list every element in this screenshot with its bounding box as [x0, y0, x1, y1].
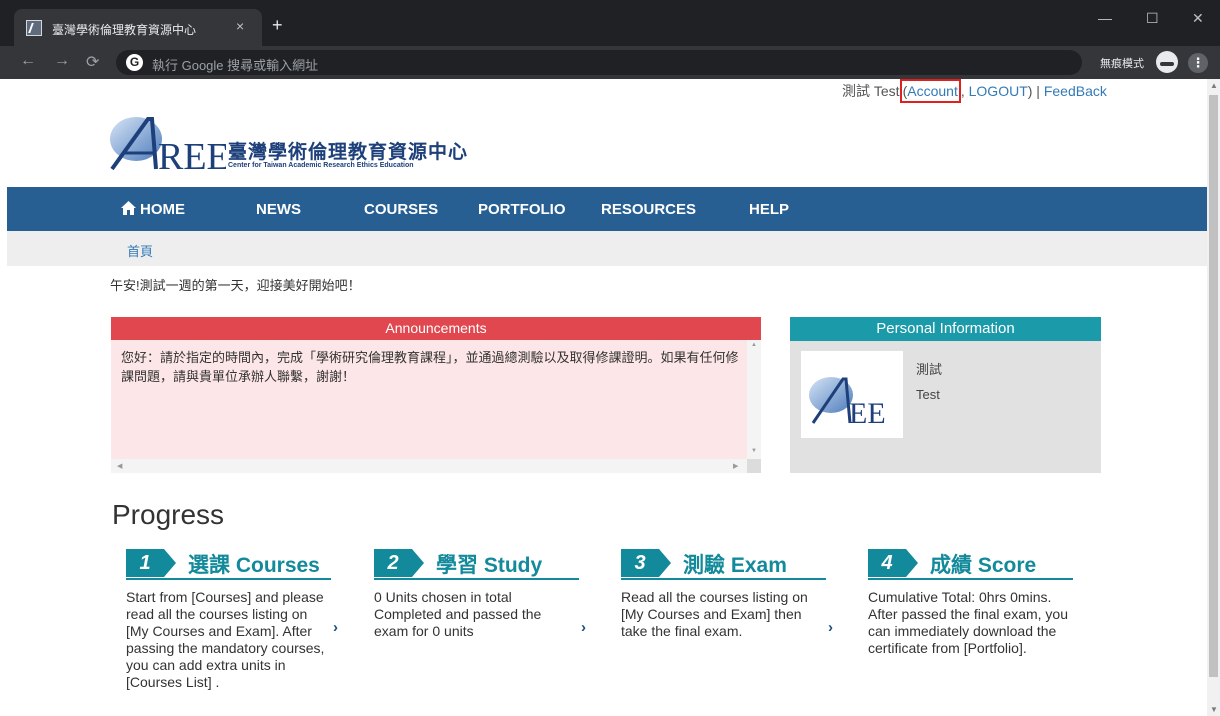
- step-description: 0 Units chosen in total Completed and pa…: [374, 589, 542, 639]
- scroll-down-icon[interactable]: ▼: [1210, 705, 1218, 714]
- user-bar: 測試 Test (Account, LOGOUT) | FeedBack: [842, 79, 1107, 103]
- logout-link[interactable]: LOGOUT: [969, 83, 1028, 99]
- window-close-icon[interactable]: ✕: [1192, 10, 1204, 27]
- step-label: 測驗 Exam: [683, 554, 787, 577]
- announcement-vertical-scrollbar[interactable]: ▲ ▼: [747, 340, 761, 459]
- account-link[interactable]: Account: [907, 83, 958, 99]
- nav-help[interactable]: HELP: [749, 201, 789, 218]
- browser-tab[interactable]: 臺灣學術倫理教育資源中心 ×: [14, 9, 262, 46]
- chevron-right-icon: ›: [828, 619, 833, 636]
- nav-news[interactable]: NEWS: [256, 201, 301, 218]
- step-arrow-icon: [906, 549, 918, 577]
- logo-subtitle: Center for Taiwan Academic Research Ethi…: [228, 162, 414, 169]
- step-label: 成績 Score: [930, 554, 1037, 577]
- scroll-thumb[interactable]: [1209, 95, 1218, 677]
- step-number: 4: [868, 549, 906, 577]
- new-tab-icon[interactable]: +: [272, 16, 283, 34]
- svg-text:EE: EE: [849, 397, 886, 430]
- breadcrumb-home[interactable]: 首頁: [127, 241, 153, 260]
- step-label: 選課 Courses: [188, 554, 320, 577]
- avatar: EE: [801, 351, 903, 438]
- announcement-text: 您好：請於指定的時間內，完成「學術研究倫理教育課程」，並通過總測驗以及取得修課證…: [121, 350, 739, 384]
- step-arrow-icon: [164, 549, 176, 577]
- greeting-text: 午安!測試一週的第一天，迎接美好開始吧！: [110, 278, 361, 293]
- paren-close: ) |: [1027, 83, 1044, 99]
- svg-text:REE: REE: [158, 136, 226, 175]
- user-name-zh: 測試: [916, 362, 943, 377]
- main-nav: HOME NEWS COURSES PORTFOLIO RESOURCES HE…: [7, 187, 1207, 231]
- nav-home[interactable]: HOME: [121, 201, 185, 218]
- nav-portfolio[interactable]: PORTFOLIO: [478, 201, 566, 218]
- feedback-link[interactable]: FeedBack: [1044, 83, 1107, 99]
- step-arrow-icon: [412, 549, 424, 577]
- page-scrollbar[interactable]: ▲ ▼: [1207, 79, 1220, 716]
- chevron-right-icon: ›: [333, 619, 338, 636]
- step-number: 2: [374, 549, 412, 577]
- user-name-en: Test: [916, 387, 940, 402]
- progress-heading: Progress: [112, 499, 225, 530]
- step-label: 學習 Study: [436, 554, 543, 577]
- aree-avatar-icon: EE: [809, 377, 886, 430]
- nav-resources[interactable]: RESOURCES: [601, 201, 696, 218]
- scrollbar-corner: [747, 459, 761, 473]
- nav-home-label: HOME: [140, 201, 185, 218]
- step-underline: [868, 578, 1073, 580]
- page-viewport: 測試 Test (Account, LOGOUT) | FeedBack REE …: [0, 79, 1207, 716]
- logo-title: 臺灣學術倫理教育資源中心: [228, 141, 469, 163]
- address-placeholder: 執行 Google 搜尋或輸入網址: [152, 58, 319, 73]
- window-maximize-icon[interactable]: ☐: [1146, 10, 1159, 27]
- reload-icon[interactable]: ⟳: [86, 52, 99, 72]
- incognito-label: 無痕模式: [1100, 58, 1144, 70]
- step-number: 3: [621, 549, 659, 577]
- aree-logo-icon: REE: [110, 117, 230, 178]
- chevron-right-icon: ›: [581, 619, 586, 636]
- site-favicon-icon: [26, 20, 42, 36]
- step-underline: [374, 578, 579, 580]
- announcements-panel: Announcements 您好：請於指定的時間內，完成「學術研究倫理教育課程」…: [111, 317, 761, 473]
- forward-arrow-icon[interactable]: →: [54, 52, 70, 70]
- browser-menu-icon[interactable]: ⋮: [1188, 53, 1208, 73]
- window-minimize-icon[interactable]: —: [1098, 10, 1112, 26]
- incognito-icon[interactable]: [1156, 51, 1178, 73]
- address-bar[interactable]: G 執行 Google 搜尋或輸入網址: [116, 50, 1082, 75]
- announcement-horizontal-scrollbar[interactable]: ◀ ▶: [111, 459, 761, 473]
- browser-tab-strip: 臺灣學術倫理教育資源中心 × + — ☐ ✕: [0, 0, 1220, 46]
- step-description: Cumulative Total: 0hrs 0mins. After pass…: [868, 589, 1068, 656]
- step-arrow-icon: [659, 549, 671, 577]
- back-arrow-icon[interactable]: ←: [20, 52, 36, 70]
- separator: ,: [960, 83, 969, 99]
- user-name: 測試 Test: [842, 83, 900, 99]
- tab-close-icon[interactable]: ×: [236, 18, 244, 34]
- google-icon: G: [126, 54, 143, 71]
- scroll-up-icon[interactable]: ▲: [1210, 81, 1218, 90]
- account-highlight-box: (Account: [899, 79, 961, 103]
- step-underline: [621, 578, 826, 580]
- tab-title: 臺灣學術倫理教育資源中心: [52, 23, 197, 37]
- personal-info-panel: Personal Information EE 測試 Test: [790, 317, 1101, 473]
- step-underline: [126, 578, 331, 580]
- announcements-title: Announcements: [111, 317, 761, 340]
- nav-courses[interactable]: COURSES: [364, 201, 438, 218]
- breadcrumb: 首頁: [7, 231, 1207, 266]
- personal-info-title: Personal Information: [790, 317, 1101, 341]
- home-icon: [121, 201, 136, 215]
- site-logo[interactable]: REE 臺灣學術倫理教育資源中心 Center for Taiwan Acade…: [106, 113, 486, 178]
- step-number: 1: [126, 549, 164, 577]
- announcements-body[interactable]: 您好：請於指定的時間內，完成「學術研究倫理教育課程」，並通過總測驗以及取得修課證…: [111, 340, 761, 473]
- browser-toolbar: ← → ⟳ G 執行 Google 搜尋或輸入網址 無痕模式 ⋮: [0, 46, 1220, 79]
- step-description: Read all the courses listing on [My Cour…: [621, 589, 808, 639]
- step-description: Start from [Courses] and please read all…: [126, 589, 325, 690]
